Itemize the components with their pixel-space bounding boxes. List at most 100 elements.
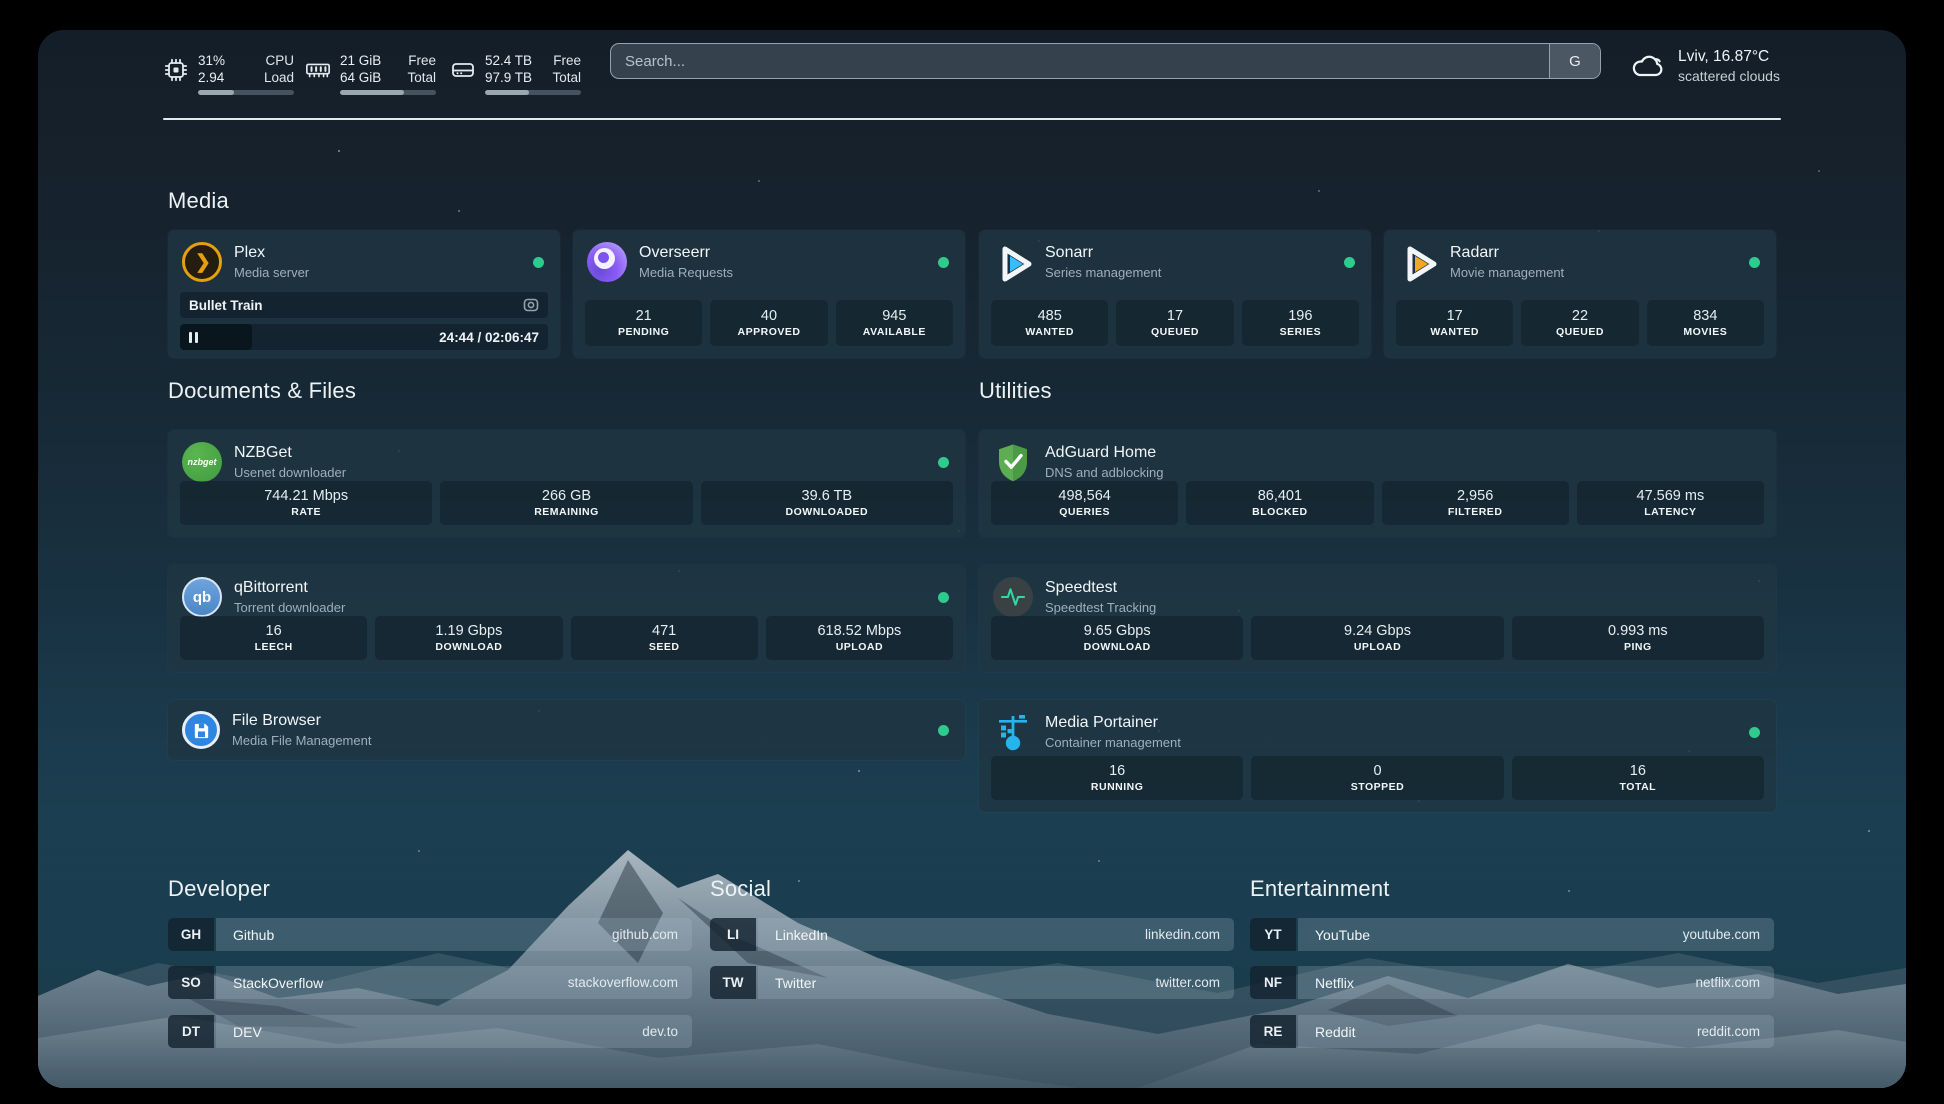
bookmark-abbr: TW: [710, 966, 756, 999]
stat-block: 744.21 MbpsRATE: [180, 481, 432, 525]
weather-widget[interactable]: Lviv, 16.87°C scattered clouds: [1630, 48, 1780, 84]
service-card-speedtest[interactable]: Speedtest Speedtest Tracking 9.65 GbpsDO…: [979, 565, 1776, 672]
bookmark-reddit[interactable]: RE Redditreddit.com: [1250, 1015, 1774, 1048]
pause-button[interactable]: [189, 332, 198, 343]
service-title: Overseerr: [639, 243, 733, 263]
bookmark-name: Reddit: [1315, 1024, 1355, 1040]
memory-usage-fill: [340, 90, 404, 95]
bookmark-github[interactable]: GH Githubgithub.com: [168, 918, 692, 951]
bookmark-linkedin[interactable]: LI LinkedIn linkedin.com: [710, 918, 1234, 951]
stat-block: 498,564QUERIES: [991, 481, 1178, 525]
bookmark-youtube[interactable]: YT YouTubeyoutube.com: [1250, 918, 1774, 951]
memory-resource-widget: 21 GiB 64 GiB Free Total: [305, 52, 436, 95]
stat-block: 22QUEUED: [1521, 300, 1638, 346]
player-progress-row: 24:44 / 02:06:47: [180, 324, 548, 350]
camera-icon: [523, 297, 539, 313]
bookmark-name: Github: [233, 927, 274, 943]
service-title: File Browser: [232, 711, 371, 731]
search-provider-button[interactable]: G: [1549, 44, 1600, 78]
memory-usage-bar: [340, 90, 436, 95]
service-card-overseerr[interactable]: Overseerr Media Requests 21PENDING 40APP…: [573, 230, 965, 358]
now-playing-row: Bullet Train: [180, 292, 548, 318]
service-title: Media Portainer: [1045, 713, 1181, 733]
topbar-divider: [163, 118, 1781, 120]
section-heading-social: Social: [710, 876, 771, 902]
disk-free-value: 52.4 TB: [485, 52, 532, 69]
bookmark-name: LinkedIn: [775, 927, 828, 943]
disk-free-label: Free: [552, 52, 581, 69]
cloud-icon: [1630, 51, 1666, 81]
stat-block: 47.569 msLATENCY: [1577, 481, 1764, 525]
speedtest-logo: [993, 577, 1033, 617]
service-subtitle: Media Requests: [639, 264, 733, 281]
stat-block: 16TOTAL: [1512, 756, 1764, 800]
bookmark-url: github.com: [612, 927, 678, 942]
status-dot: [533, 257, 544, 268]
cpu-label: CPU: [264, 52, 294, 69]
status-dot: [938, 257, 949, 268]
stat-block: 618.52 MbpsUPLOAD: [766, 616, 953, 660]
bookmark-url: linkedin.com: [1145, 927, 1220, 942]
bookmark-dev[interactable]: DT DEVdev.to: [168, 1015, 692, 1048]
service-card-filebrowser[interactable]: File Browser Media File Management: [168, 700, 965, 760]
service-title: Speedtest: [1045, 578, 1156, 598]
bookmark-url: netflix.com: [1695, 975, 1760, 990]
filebrowser-logo: [182, 711, 220, 749]
disk-resource-widget: 52.4 TB 97.9 TB Free Total: [450, 52, 581, 95]
disk-icon: [450, 57, 476, 83]
stat-block: 0.993 msPING: [1512, 616, 1764, 660]
service-subtitle: Series management: [1045, 264, 1161, 281]
stat-block: 16RUNNING: [991, 756, 1243, 800]
stat-block: 196SERIES: [1242, 300, 1359, 346]
service-card-nzbget[interactable]: nzbget NZBGet Usenet downloader 744.21 M…: [168, 430, 965, 537]
search-input[interactable]: [611, 44, 1549, 78]
nzbget-logo: nzbget: [182, 442, 222, 482]
service-card-plex[interactable]: ❯ Plex Media server Bullet Train 24:44 /…: [168, 230, 560, 358]
bookmark-netflix[interactable]: NF Netflixnetflix.com: [1250, 966, 1774, 999]
bookmark-url: twitter.com: [1155, 975, 1220, 990]
memory-total-label: Total: [407, 69, 436, 86]
snow-speckles: [338, 150, 340, 152]
stat-block: 40APPROVED: [710, 300, 827, 346]
bookmark-name: Netflix: [1315, 975, 1354, 991]
bookmark-name: StackOverflow: [233, 975, 323, 991]
service-title: Plex: [234, 243, 309, 263]
radarr-logo: [1398, 242, 1438, 282]
weather-condition: scattered clouds: [1678, 68, 1780, 84]
cpu-load-value: 2.94: [198, 69, 225, 86]
memory-total-value: 64 GiB: [340, 69, 381, 86]
bookmark-stackoverflow[interactable]: SO StackOverflowstackoverflow.com: [168, 966, 692, 999]
service-subtitle: Container management: [1045, 734, 1181, 751]
service-card-radarr[interactable]: Radarr Movie management 17WANTED 22QUEUE…: [1384, 230, 1776, 358]
service-title: NZBGet: [234, 443, 346, 463]
memory-free-label: Free: [407, 52, 436, 69]
service-title: Radarr: [1450, 243, 1564, 263]
service-subtitle: Media server: [234, 264, 309, 281]
now-playing-title: Bullet Train: [189, 298, 263, 313]
service-subtitle: DNS and adblocking: [1045, 464, 1164, 481]
service-subtitle: Movie management: [1450, 264, 1564, 281]
bookmark-url: reddit.com: [1697, 1024, 1760, 1039]
status-dot: [1749, 727, 1760, 738]
dashboard-window: 31% 2.94 CPU Load: [38, 30, 1906, 1088]
stat-block: 471SEED: [571, 616, 758, 660]
stat-block: 9.65 GbpsDOWNLOAD: [991, 616, 1243, 660]
service-card-portainer[interactable]: Media Portainer Container management 16R…: [979, 700, 1776, 812]
search-provider-label: G: [1569, 53, 1581, 70]
cpu-icon: [163, 57, 189, 83]
service-card-adguard[interactable]: AdGuard Home DNS and adblocking 498,564Q…: [979, 430, 1776, 537]
bookmark-url: dev.to: [642, 1024, 678, 1039]
service-card-qbittorrent[interactable]: qb qBittorrent Torrent downloader 16LEEC…: [168, 565, 965, 672]
disk-total-value: 97.9 TB: [485, 69, 532, 86]
stat-block: 1.19 GbpsDOWNLOAD: [375, 616, 562, 660]
section-heading-developer: Developer: [168, 876, 270, 902]
cpu-percent: 31%: [198, 52, 225, 69]
disk-usage-fill: [485, 90, 529, 95]
stat-block: 16LEECH: [180, 616, 367, 660]
service-title: Sonarr: [1045, 243, 1161, 263]
section-heading-media: Media: [168, 188, 229, 214]
plex-logo: ❯: [182, 242, 222, 282]
bookmark-twitter[interactable]: TW Twittertwitter.com: [710, 966, 1234, 999]
bookmark-abbr: LI: [710, 918, 756, 951]
service-card-sonarr[interactable]: Sonarr Series management 485WANTED 17QUE…: [979, 230, 1371, 358]
